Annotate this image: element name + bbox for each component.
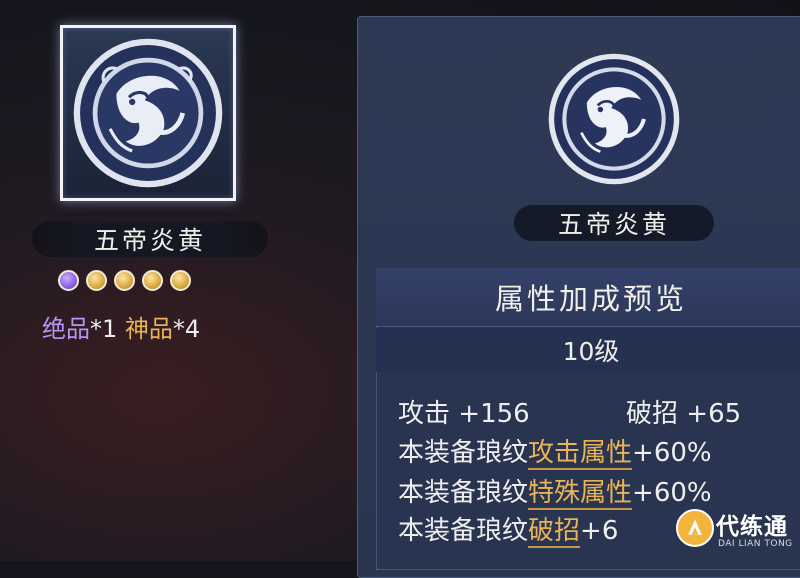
- grade-jue-count: *1: [90, 315, 125, 343]
- watermark-logo-icon: [676, 509, 714, 547]
- grade-summary: 绝品*1 神品*4: [42, 309, 200, 344]
- grade-shen-label: 神品: [124, 315, 173, 343]
- watermark-title: 代练通: [716, 514, 788, 540]
- gem-slots: [58, 270, 191, 291]
- grade-jue-label: 绝品: [42, 315, 90, 343]
- bonus-prefix: 本装备琅纹: [398, 516, 529, 546]
- gem-slot-gold: [114, 270, 135, 291]
- gem-slot-gold: [86, 270, 107, 291]
- equipment-slot-panel: 五帝炎黄 绝品*1 神品*4: [0, 0, 330, 561]
- grade-shen-count: *4: [172, 315, 201, 343]
- equipment-name-label: 五帝炎黄: [32, 221, 268, 257]
- gem-slot-purple: [58, 270, 79, 291]
- dragon-emblem-icon: [69, 34, 227, 192]
- stat-break-label: 破招: [626, 399, 679, 429]
- bonus-row: 本装备琅纹特殊属性+60%: [398, 472, 712, 510]
- stat-attack-label: 攻击: [398, 399, 451, 429]
- bonus-highlight: 特殊属性: [528, 478, 633, 510]
- bonus-value: +60%: [632, 438, 712, 468]
- equipment-icon-frame[interactable]: [60, 25, 236, 201]
- bonus-prefix: 本装备琅纹: [398, 478, 529, 508]
- detail-name-label: 五帝炎黄: [514, 205, 714, 241]
- watermark: 代练通 DAI LIAN TONG: [676, 505, 800, 561]
- bonus-highlight: 破招: [528, 516, 581, 548]
- bonus-row: 本装备琅纹破招+6: [398, 510, 619, 548]
- attribute-preview-title: 属性加成预览: [376, 268, 800, 327]
- stat-attack-value: +156: [458, 399, 530, 429]
- gem-slot-gold: [142, 270, 163, 291]
- gem-slot-gold: [170, 270, 191, 291]
- bonus-prefix: 本装备琅纹: [398, 438, 529, 468]
- stat-attack: 攻击 +156: [398, 393, 530, 430]
- dragon-emblem-icon: [546, 51, 682, 187]
- bonus-value: +6: [580, 516, 619, 546]
- bonus-row: 本装备琅纹攻击属性+60%: [398, 432, 712, 470]
- bonus-value: +60%: [632, 478, 712, 508]
- watermark-subtitle: DAI LIAN TONG: [718, 539, 793, 549]
- level-label: 10级: [376, 328, 800, 372]
- stat-break: 破招 +65: [626, 393, 741, 430]
- stat-break-value: +65: [686, 399, 742, 429]
- bonus-highlight: 攻击属性: [528, 438, 633, 470]
